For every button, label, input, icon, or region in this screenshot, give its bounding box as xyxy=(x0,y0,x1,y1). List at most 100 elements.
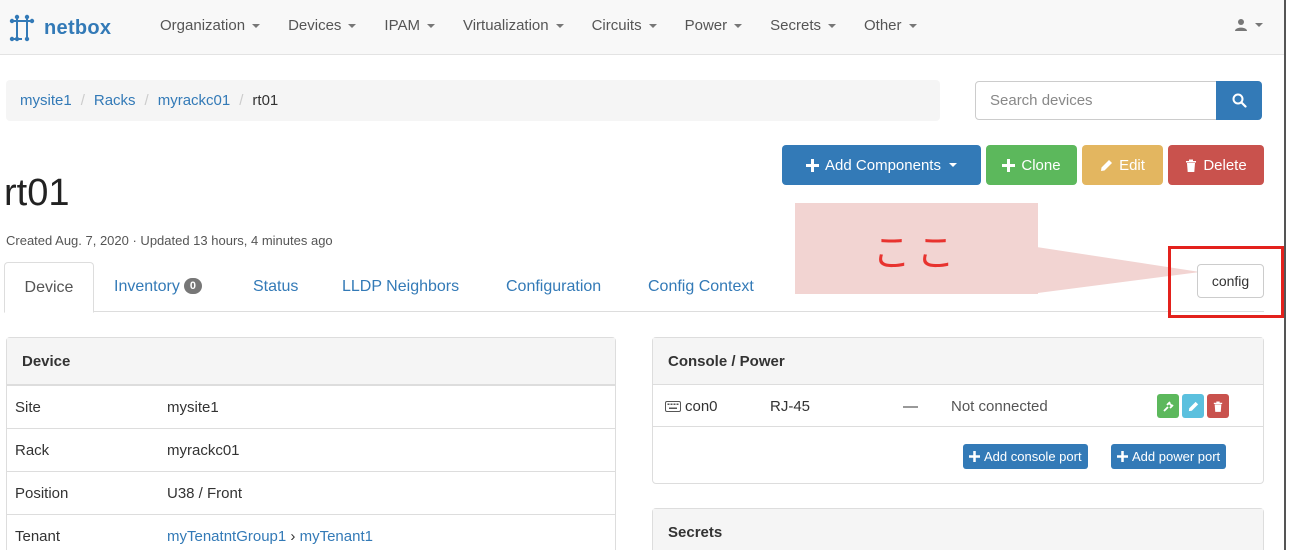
pencil-icon xyxy=(1101,159,1113,171)
pencil-icon xyxy=(1188,401,1198,411)
table-row: Position U38 / Front xyxy=(7,471,615,514)
brand[interactable]: netbox xyxy=(8,14,111,42)
panel-heading: Secrets xyxy=(653,509,1263,550)
port-dash: — xyxy=(903,398,918,415)
tab-inventory[interactable]: Inventory 0 xyxy=(114,278,202,296)
nav-label: Virtualization xyxy=(462,17,549,34)
breadcrumb-site[interactable]: mysite1 xyxy=(20,92,72,109)
device-panel: Device Site mysite1 Rack myrackc01 Posit… xyxy=(6,337,616,550)
brand-name: netbox xyxy=(44,16,112,39)
panel-heading: Device xyxy=(7,338,615,385)
console-port-row: con0 RJ-45 — Not connected xyxy=(653,385,1263,427)
top-navbar: netbox Organization Devices IPAM Virtual… xyxy=(0,0,1284,55)
tenant-separator: › xyxy=(286,528,300,545)
breadcrumb-current: rt01 xyxy=(252,92,279,109)
add-console-port-label: Add console port xyxy=(984,449,1082,464)
tab-lldp-neighbors[interactable]: LLDP Neighbors xyxy=(342,278,459,296)
caret-down-icon xyxy=(1255,23,1263,27)
keyboard-icon xyxy=(665,401,681,412)
nav-circuits[interactable]: Circuits xyxy=(592,17,657,34)
trash-icon xyxy=(1213,401,1223,412)
breadcrumb-rack[interactable]: myrackc01 xyxy=(158,92,231,109)
breadcrumb: mysite1 / Racks / myrackc01 / rt01 xyxy=(6,80,940,121)
tenant-group-link[interactable]: myTenatntGroup1 xyxy=(167,528,286,545)
connect-button[interactable] xyxy=(1157,394,1179,418)
device-meta: Created Aug. 7, 2020 · Updated 13 hours,… xyxy=(6,233,333,248)
search-input[interactable] xyxy=(975,81,1217,120)
plus-icon xyxy=(1002,158,1016,172)
position-value: U38 / Front xyxy=(167,485,243,502)
edit-port-button[interactable] xyxy=(1182,394,1204,418)
user-icon xyxy=(1235,19,1247,31)
nav-label: Devices xyxy=(288,17,342,34)
clone-button[interactable]: Clone xyxy=(986,145,1077,185)
row-key: Tenant xyxy=(15,528,61,545)
caret-down-icon xyxy=(828,24,836,29)
caret-down-icon xyxy=(648,24,657,29)
search-button[interactable] xyxy=(1216,81,1262,120)
netbox-logo-icon xyxy=(9,14,35,42)
secrets-panel: Secrets xyxy=(652,508,1264,550)
tab-device[interactable]: Device xyxy=(4,262,94,313)
nav-ipam[interactable]: IPAM xyxy=(384,17,435,34)
nav-label: IPAM xyxy=(384,17,420,34)
tenant-link[interactable]: myTenant1 xyxy=(300,528,373,545)
caret-down-icon xyxy=(348,24,357,29)
tab-configuration[interactable]: Configuration xyxy=(506,278,601,296)
window-edge xyxy=(1284,0,1286,550)
trash-icon xyxy=(1186,159,1197,172)
page-title: rt01 xyxy=(4,172,70,214)
tab-config-context[interactable]: Config Context xyxy=(648,278,754,296)
breadcrumb-separator: / xyxy=(144,92,149,109)
nav-secrets[interactable]: Secrets xyxy=(770,17,836,34)
plus-icon xyxy=(969,451,980,462)
plug-icon xyxy=(1162,400,1174,412)
add-components-button[interactable]: Add Components xyxy=(782,145,981,185)
edit-button[interactable]: Edit xyxy=(1082,145,1163,185)
delete-label: Delete xyxy=(1203,156,1247,174)
site-link[interactable]: mysite1 xyxy=(167,399,219,416)
breadcrumb-separator: / xyxy=(80,92,85,109)
add-components-label: Add Components xyxy=(825,156,941,174)
table-row: Tenant myTenatntGroup1 › myTenant1 xyxy=(7,514,615,550)
annotation-text: ここ xyxy=(872,231,961,275)
main-menu: Organization Devices IPAM Virtualization… xyxy=(160,17,945,34)
rack-link[interactable]: myrackc01 xyxy=(167,442,240,459)
table-row: Site mysite1 xyxy=(7,385,615,428)
nav-power[interactable]: Power xyxy=(685,17,743,34)
nav-virtualization[interactable]: Virtualization xyxy=(463,17,564,34)
add-power-port-button[interactable]: Add power port xyxy=(1111,444,1227,469)
add-power-port-label: Add power port xyxy=(1132,449,1221,464)
table-row: Rack myrackc01 xyxy=(7,428,615,471)
caret-down-icon xyxy=(426,24,435,29)
nav-label: Secrets xyxy=(770,17,821,34)
plus-icon xyxy=(1117,451,1128,462)
caret-down-icon xyxy=(908,24,917,29)
caret-down-icon xyxy=(555,24,564,29)
breadcrumb-separator: / xyxy=(239,92,244,109)
nav-organization[interactable]: Organization xyxy=(160,17,261,34)
edit-label: Edit xyxy=(1119,156,1145,174)
panel-heading: Console / Power xyxy=(653,338,1263,385)
nav-label: Circuits xyxy=(591,17,642,34)
plus-icon xyxy=(806,158,820,172)
nav-label: Organization xyxy=(160,17,246,34)
row-key: Rack xyxy=(15,442,50,459)
tab-label: Inventory xyxy=(114,278,180,295)
nav-devices[interactable]: Devices xyxy=(288,17,357,34)
breadcrumb-racks[interactable]: Racks xyxy=(94,92,136,109)
port-name: con0 xyxy=(685,398,718,415)
row-key: Site xyxy=(15,399,41,416)
caret-down-icon xyxy=(252,24,261,29)
delete-port-button[interactable] xyxy=(1207,394,1229,418)
user-menu[interactable] xyxy=(1234,18,1263,32)
add-console-port-button[interactable]: Add console port xyxy=(963,444,1088,469)
tab-status[interactable]: Status xyxy=(253,278,298,296)
delete-button[interactable]: Delete xyxy=(1168,145,1264,185)
nav-label: Other xyxy=(864,17,902,34)
nav-other[interactable]: Other xyxy=(864,17,917,34)
tenant-value: myTenatntGroup1 › myTenant1 xyxy=(167,528,373,545)
clone-label: Clone xyxy=(1021,156,1061,174)
search-icon xyxy=(1232,93,1247,108)
caret-down-icon xyxy=(734,24,743,29)
